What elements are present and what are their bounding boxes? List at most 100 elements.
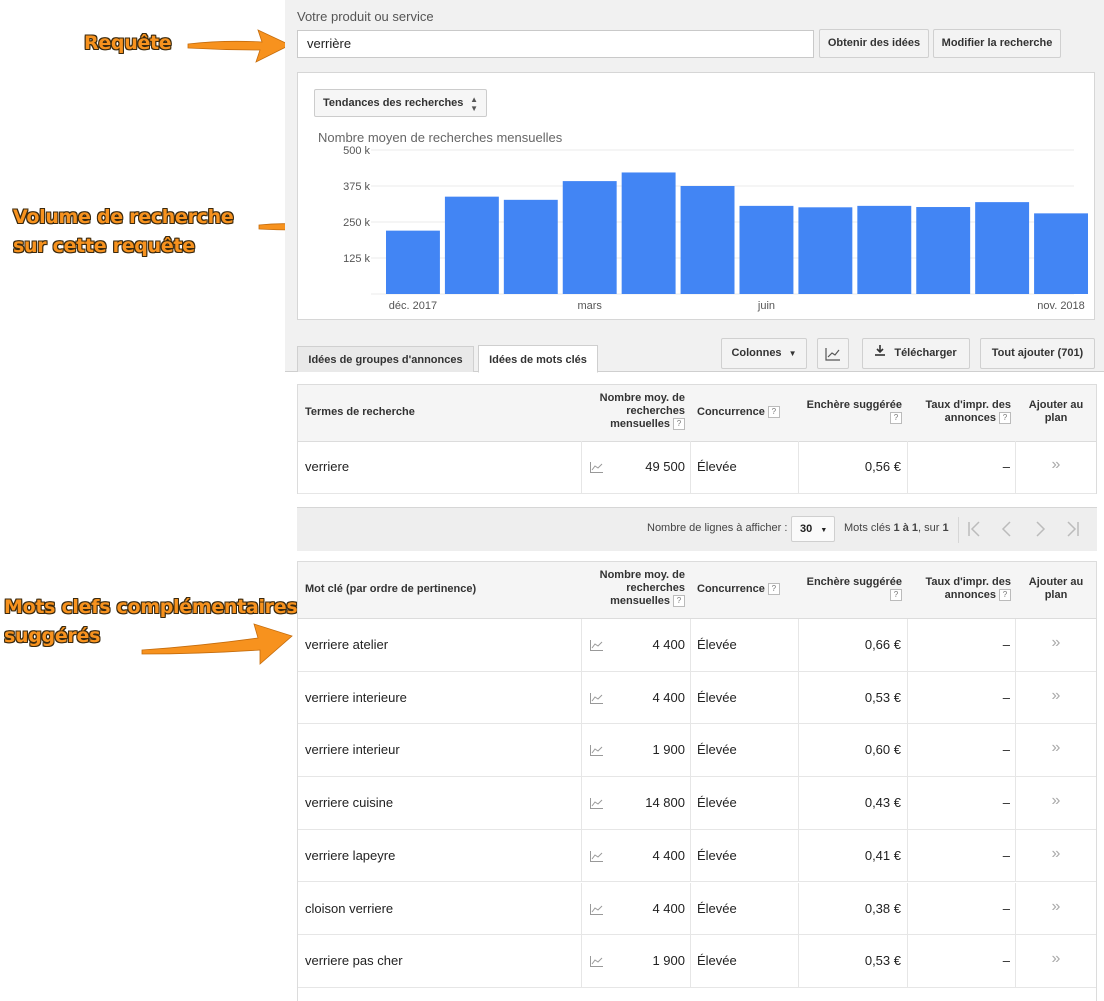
column-divider xyxy=(581,935,582,988)
row-volume: 49 500 xyxy=(645,459,685,474)
column-divider xyxy=(907,671,908,724)
help-icon[interactable]: ? xyxy=(999,412,1011,425)
row-competition: Élevée xyxy=(697,742,737,758)
get-ideas-button[interactable]: Obtenir des idées xyxy=(819,29,929,58)
rows-per-page-select[interactable]: 30 ▼ xyxy=(791,516,835,542)
help-icon[interactable]: ? xyxy=(673,418,685,431)
keyword-ideas-header: Mot clé (par ordre de pertinence) Nombre… xyxy=(298,562,1096,619)
add-to-plan-button[interactable]: » xyxy=(1018,898,1094,916)
chart-bar xyxy=(1034,213,1088,294)
column-divider xyxy=(907,777,908,830)
row-bid: 0,53 € xyxy=(864,953,901,969)
range-text-pre: Mots clés xyxy=(844,522,891,534)
rows-per-page-value: 30 xyxy=(800,523,813,535)
help-icon[interactable]: ? xyxy=(767,406,780,419)
chart-toggle-button[interactable] xyxy=(817,338,849,369)
row-volume: 1 900 xyxy=(652,953,685,969)
column-divider xyxy=(690,441,691,493)
col-header-volume-l3-wrap: mensuelles? xyxy=(584,418,685,431)
annotation-requete: Requête xyxy=(84,29,172,58)
col-header-add-l2: plan xyxy=(1044,412,1068,424)
annotation-volume-line2: sur cette requête xyxy=(13,235,195,257)
range-text-mid: , sur xyxy=(918,522,940,534)
add-to-plan-button[interactable]: » xyxy=(1018,456,1094,474)
row-keyword: verriere cuisine xyxy=(305,795,394,811)
row-bid: 0,38 € xyxy=(864,900,901,916)
row-competition: Élevée xyxy=(697,795,737,811)
add-all-button[interactable]: Tout ajouter (701) xyxy=(980,338,1095,369)
range-text-total: 1 xyxy=(942,522,949,534)
row-impr: – xyxy=(1002,742,1010,758)
add-to-plan-button[interactable]: » xyxy=(1018,739,1094,757)
row-bid: 0,53 € xyxy=(864,689,901,705)
chart-bar xyxy=(386,230,440,294)
col-header-volume-l3-wrap: mensuelles? xyxy=(584,595,685,608)
first-page-icon[interactable] xyxy=(967,521,983,542)
annotation-requete-text: Requête xyxy=(84,32,172,54)
add-to-plan-button[interactable]: » xyxy=(1018,687,1094,705)
row-keyword: verriere interieur xyxy=(305,742,400,758)
download-button[interactable]: Télécharger xyxy=(862,338,970,369)
column-divider xyxy=(907,935,908,988)
rows-per-page-label: Nombre de lignes à afficher : xyxy=(647,522,788,534)
next-page-icon[interactable] xyxy=(1034,521,1046,542)
query-input[interactable] xyxy=(297,30,814,58)
annotation-volume: Volume de recherche sur cette requête xyxy=(13,203,234,261)
chart-bar xyxy=(680,186,735,294)
help-icon[interactable]: ? xyxy=(673,595,685,608)
col-header-impr-l1: Taux d'impr. des xyxy=(925,399,1011,411)
last-page-icon[interactable] xyxy=(1064,521,1080,542)
column-divider xyxy=(690,724,691,777)
row-impr: – xyxy=(1002,900,1010,916)
col-header-impr-l2-wrap: annonces? xyxy=(910,412,1011,425)
row-bid: 0,41 € xyxy=(864,847,901,863)
prev-page-icon[interactable] xyxy=(1001,521,1013,542)
col-header-impr-l2: annonces xyxy=(944,589,996,601)
help-icon[interactable]: ? xyxy=(999,589,1011,602)
column-divider xyxy=(798,441,799,493)
row-impr: – xyxy=(1002,795,1010,811)
chart-bar xyxy=(562,181,617,294)
column-divider xyxy=(581,441,582,493)
tab-keyword-ideas[interactable]: Idées de mots clés xyxy=(478,345,598,373)
column-divider xyxy=(907,882,908,935)
col-header-bid-label: Enchère suggérée xyxy=(806,399,902,411)
col-header-volume: Nombre moy. de recherches mensuelles? xyxy=(584,569,685,608)
col-header-volume: Nombre moy. de recherches mensuelles? xyxy=(584,392,685,431)
add-to-plan-button[interactable]: » xyxy=(1018,845,1094,863)
range-text-range: 1 à 1 xyxy=(893,522,918,534)
row-keyword: verriere pas cher xyxy=(305,953,403,969)
chart-bar xyxy=(975,202,1030,294)
row-keyword: verriere lapeyre xyxy=(305,847,396,863)
chart-bar xyxy=(857,205,912,294)
col-header-bid: Enchère suggérée ? xyxy=(794,399,902,425)
add-to-plan-button[interactable]: » xyxy=(1018,950,1094,968)
table-row: verriere interieur 1 900 Élevée 0,60 € –» xyxy=(298,724,1096,778)
column-divider xyxy=(581,882,582,935)
table-row: verriere pas cher 1 900 Élevée 0,53 € –» xyxy=(298,935,1096,988)
updown-chevron-icon: ▲ ▼ xyxy=(470,95,478,113)
chart-bar xyxy=(798,207,853,294)
modify-search-button[interactable]: Modifier la recherche xyxy=(933,29,1061,58)
help-icon[interactable]: ? xyxy=(890,412,902,425)
columns-button[interactable]: Colonnes ▼ xyxy=(721,338,807,369)
column-divider xyxy=(1015,935,1016,988)
row-bid: 0,66 € xyxy=(864,637,901,652)
search-terms-header: Termes de recherche Nombre moy. de reche… xyxy=(298,385,1096,442)
column-divider xyxy=(690,671,691,724)
row-impr: – xyxy=(1002,459,1010,474)
trend-type-select[interactable]: Tendances des recherches ▲ ▼ xyxy=(314,89,487,117)
column-divider xyxy=(1015,441,1016,493)
column-divider xyxy=(1015,619,1016,671)
help-icon[interactable]: ? xyxy=(767,583,780,596)
keyword-ideas-table: Mot clé (par ordre de pertinence) Nombre… xyxy=(297,561,1097,1001)
tab-ad-group-ideas[interactable]: Idées de groupes d'annonces xyxy=(297,346,474,372)
column-divider xyxy=(907,619,908,671)
row-keyword: verriere interieure xyxy=(305,689,407,705)
col-header-volume-l3: mensuelles xyxy=(610,595,670,607)
column-divider xyxy=(1015,829,1016,882)
col-header-search-term: Termes de recherche xyxy=(305,406,415,418)
add-to-plan-button[interactable]: » xyxy=(1018,634,1094,652)
help-icon[interactable]: ? xyxy=(890,589,902,602)
add-to-plan-button[interactable]: » xyxy=(1018,792,1094,810)
